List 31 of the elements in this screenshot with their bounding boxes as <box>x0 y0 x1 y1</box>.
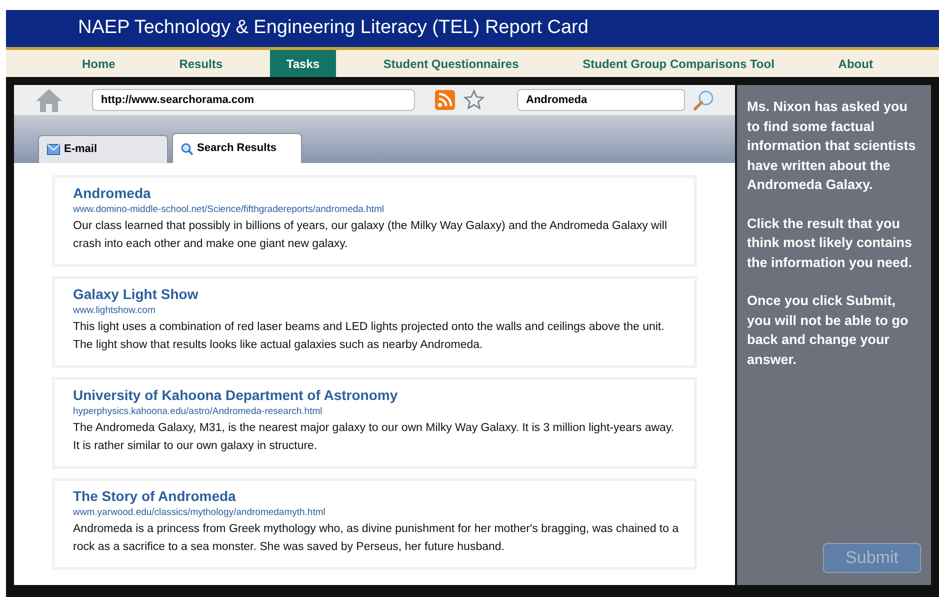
nav-tab[interactable]: Student Group Comparisons Tool <box>566 50 790 77</box>
result-snippet: The Andromeda Galaxy, M31, is the nearest major galaxy to our own Milky Way Galaxy. It is 3 million light-years away. It is rather similar to our own galaxy in structure. <box>73 421 676 454</box>
envelope-icon <box>47 144 60 155</box>
report-title: NAEP Technology & Engineering Literacy (TEL) Report Card <box>78 16 588 40</box>
magnifier-icon <box>181 142 193 154</box>
address-field[interactable]: http://www.searchorama.com <box>92 89 415 111</box>
rss-icon[interactable] <box>435 90 455 110</box>
nav-tab[interactable]: Results <box>163 50 239 77</box>
result-title[interactable]: Andromeda <box>73 184 682 202</box>
search-icon[interactable] <box>693 89 715 111</box>
result-title[interactable]: University of Kahoona Department of Astronomy <box>73 386 682 404</box>
result-url: hyperphysics.kahoona.edu/astro/Andromeda-research.html <box>73 405 324 419</box>
nav-tab[interactable]: Tasks <box>270 50 336 77</box>
browser-tab[interactable]: E-mail <box>38 135 168 163</box>
result-snippet: Andromeda is a princess from Greek mythology who, as divine punishment for her mother's bragging, was chained to a rock as a sacrifice to a sea monster. She was saved by Perseus, her future husband. <box>73 522 680 555</box>
result-snippet: Our class learned that possibly in billions of years, our galaxy (the Milky Way Galaxy) and the Andromeda Galaxy will crash into each other and make one giant new galaxy. <box>73 219 668 252</box>
result-url: www.lightshow.com <box>73 304 156 318</box>
instruction-text: Once you click Submit, you will not be able to go back and change your answer. <box>747 292 910 368</box>
instruction-text: Click the result that you think most likely contains the information you need. <box>747 214 914 272</box>
instruction-text: Ms. Nixon has asked you to find some factual information that scientists have written about the Andromeda Galaxy. <box>747 98 917 194</box>
result-url: www.domino-middle-school.net/Science/fifthgradereports/andromeda.html <box>73 203 386 217</box>
nav-tab[interactable]: About <box>822 50 889 77</box>
nav-tab[interactable]: Student Questionnaires <box>367 50 535 77</box>
nav-tab[interactable]: Home <box>66 50 132 77</box>
result-url: wwm.yarwood.edu/classics/mythology/andromedamyth.html <box>73 506 326 520</box>
search-field[interactable]: Andromeda <box>517 89 685 111</box>
result-title[interactable]: The Story of Andromeda <box>73 487 682 505</box>
star-icon[interactable] <box>463 89 485 111</box>
browser-tab[interactable]: Search Results <box>172 133 302 163</box>
result-snippet: This light uses a combination of red laser beams and LED lights projected onto the walls and ceilings above the unit. The light show that results looks like actual galaxies such as nearby Andromeda. <box>73 320 666 353</box>
result-title[interactable]: Galaxy Light Show <box>73 285 682 303</box>
